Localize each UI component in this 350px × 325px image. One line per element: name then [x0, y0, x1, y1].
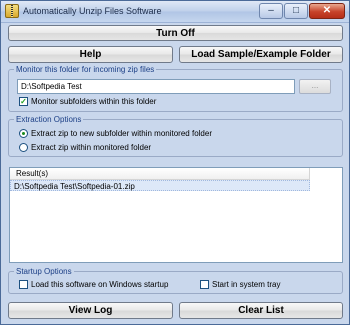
monitor-subfolders-option[interactable]: ✓ Monitor subfolders within this folder: [19, 97, 156, 106]
extract-within-folder-label: Extract zip within monitored folder: [31, 143, 152, 152]
results-list[interactable]: Result(s) D:\Softpedia Test\Softpedia-01…: [9, 167, 343, 263]
browse-folder-button[interactable]: ...: [299, 79, 331, 94]
extract-within-folder-radio[interactable]: [19, 143, 28, 152]
monitor-subfolders-label: Monitor subfolders within this folder: [31, 97, 157, 106]
title-bar[interactable]: Automatically Unzip Files Software – □ ✕: [1, 1, 349, 23]
app-window: Automatically Unzip Files Software – □ ✕…: [0, 0, 350, 325]
window-controls: – □ ✕: [259, 3, 345, 19]
load-on-startup-label: Load this software on Windows startup: [31, 280, 169, 289]
view-log-button[interactable]: View Log: [8, 302, 173, 319]
extraction-options-legend: Extraction Options: [16, 115, 82, 124]
load-on-startup-option[interactable]: Load this software on Windows startup: [19, 280, 168, 289]
monitored-folder-input[interactable]: D:\Softpedia Test: [17, 79, 295, 94]
results-column-header[interactable]: Result(s): [10, 168, 310, 180]
extract-new-subfolder-option[interactable]: Extract zip to new subfolder within moni…: [19, 129, 212, 138]
monitor-subfolders-checkbox[interactable]: ✓: [19, 97, 28, 106]
maximize-button[interactable]: □: [284, 3, 308, 19]
zip-app-icon: [5, 4, 19, 18]
start-in-tray-option[interactable]: Start in system tray: [200, 280, 280, 289]
turn-off-button[interactable]: Turn Off: [8, 25, 343, 41]
start-in-tray-label: Start in system tray: [212, 280, 281, 289]
load-on-startup-checkbox[interactable]: [19, 280, 28, 289]
startup-options-legend: Startup Options: [16, 267, 72, 276]
close-button[interactable]: ✕: [309, 3, 345, 19]
clear-list-button[interactable]: Clear List: [179, 302, 343, 319]
list-item[interactable]: D:\Softpedia Test\Softpedia-01.zip: [10, 180, 310, 191]
start-in-tray-checkbox[interactable]: [200, 280, 209, 289]
load-sample-folder-button[interactable]: Load Sample/Example Folder: [179, 46, 343, 63]
window-title: Automatically Unzip Files Software: [23, 6, 162, 16]
extract-within-folder-option[interactable]: Extract zip within monitored folder: [19, 143, 151, 152]
monitor-folder-legend: Monitor this folder for incoming zip fil…: [16, 65, 155, 74]
extract-new-subfolder-label: Extract zip to new subfolder within moni…: [31, 129, 212, 138]
minimize-button[interactable]: –: [259, 3, 283, 19]
extract-new-subfolder-radio[interactable]: [19, 129, 28, 138]
help-button[interactable]: Help: [8, 46, 173, 63]
